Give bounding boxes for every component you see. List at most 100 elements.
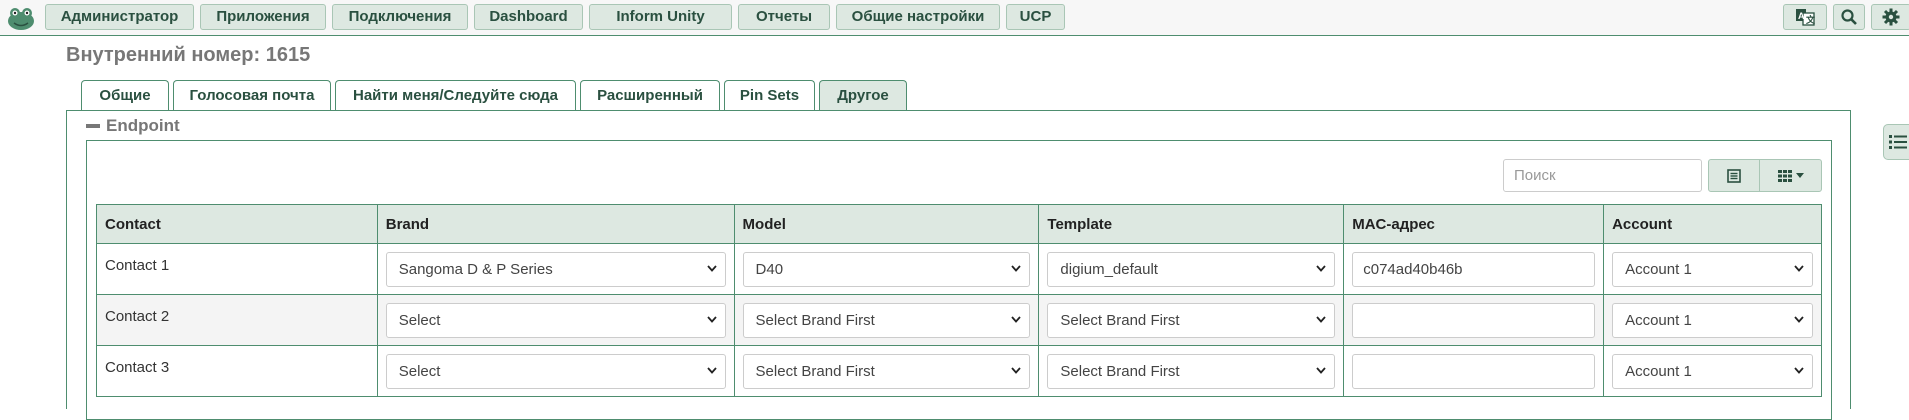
template-select-value: digium_default xyxy=(1060,260,1158,278)
tab-divider xyxy=(66,110,1851,111)
brand-cell: Sangoma D & P Series xyxy=(376,243,735,295)
menu-dashboard-button[interactable]: Dashboard xyxy=(474,4,583,30)
menu-admin-button[interactable]: Администратор xyxy=(45,4,194,30)
menu-connectivity-button[interactable]: Подключения xyxy=(332,4,468,30)
toggle-list-view-button[interactable] xyxy=(1708,159,1760,192)
template-select[interactable]: digium_default xyxy=(1047,251,1336,287)
mac-cell xyxy=(1343,294,1605,346)
model-select-value: Select Brand First xyxy=(755,311,875,329)
chevron-down-icon xyxy=(1316,264,1326,272)
menu-ucp-button[interactable]: UCP xyxy=(1006,4,1065,30)
column-header-template[interactable]: Template xyxy=(1038,204,1345,244)
contact-cell: Contact 2 xyxy=(96,294,378,346)
tab-voicemail[interactable]: Голосовая почта xyxy=(173,80,331,110)
tab-pin-sets[interactable]: Pin Sets xyxy=(724,80,815,110)
account-select[interactable]: Account 1 xyxy=(1612,302,1813,338)
brand-select-value: Sangoma D & P Series xyxy=(398,260,553,278)
chevron-down-icon xyxy=(706,366,717,374)
frog-logo-icon[interactable] xyxy=(6,3,36,33)
template-cell: Select Brand First xyxy=(1038,294,1345,346)
tab-general[interactable]: Общие xyxy=(81,80,169,110)
language-button[interactable]: A 文 xyxy=(1783,4,1827,30)
menu-applications-button[interactable]: Приложения xyxy=(200,4,326,30)
page-title: Внутренний номер: 1615 xyxy=(66,44,311,66)
chevron-down-icon xyxy=(1011,366,1022,374)
columns-dropdown-button[interactable] xyxy=(1759,159,1822,192)
side-panel-toggle[interactable] xyxy=(1883,124,1909,160)
account-select[interactable]: Account 1 xyxy=(1612,251,1813,287)
model-select[interactable]: Select Brand First xyxy=(742,353,1031,389)
menu-settings-button[interactable]: Общие настройки xyxy=(836,4,1000,30)
chevron-down-icon xyxy=(1794,366,1804,374)
mac-cell: c074ad40b46b xyxy=(1343,243,1605,295)
chevron-down-icon xyxy=(1794,315,1804,323)
template-select-value: Select Brand First xyxy=(1060,311,1180,329)
menu-reports-button[interactable]: Отчеты xyxy=(738,4,830,30)
mac-address-input[interactable] xyxy=(1352,302,1596,338)
column-header-brand[interactable]: Brand xyxy=(376,204,735,244)
chevron-down-icon xyxy=(706,264,717,272)
mac-address-input[interactable] xyxy=(1352,353,1596,389)
brand-select[interactable]: Select xyxy=(385,353,726,389)
svg-text:A: A xyxy=(1798,11,1805,21)
chevron-down-icon xyxy=(1316,315,1326,323)
column-header-mac[interactable]: MAC-адрес xyxy=(1343,204,1605,244)
brand-select[interactable]: Sangoma D & P Series xyxy=(385,251,726,287)
grid-columns-icon xyxy=(1777,169,1792,182)
template-cell: Select Brand First xyxy=(1038,345,1345,397)
template-select[interactable]: Select Brand First xyxy=(1047,353,1336,389)
list-icon xyxy=(1889,135,1907,149)
account-cell: Account 1 xyxy=(1603,243,1822,295)
model-select[interactable]: D40 xyxy=(742,251,1031,287)
panel-border-left xyxy=(66,110,67,409)
menu-inform-unity-button[interactable]: Inform Unity xyxy=(589,4,732,30)
gear-icon xyxy=(1882,8,1900,26)
table-row: Contact 1 Sangoma D & P Series D40 digiu… xyxy=(96,243,1822,295)
contact-cell: Contact 1 xyxy=(96,243,378,295)
account-select-value: Account 1 xyxy=(1625,311,1692,329)
search-icon xyxy=(1841,9,1857,25)
brand-cell: Select xyxy=(376,294,735,346)
brand-select-value: Select xyxy=(398,362,441,380)
chevron-down-icon xyxy=(1011,315,1022,323)
chevron-down-icon xyxy=(1316,366,1326,374)
settings-button[interactable] xyxy=(1871,4,1909,30)
tab-find-me-follow-me[interactable]: Найти меня/Следуйте сюда xyxy=(335,80,576,110)
model-select-value: Select Brand First xyxy=(755,362,875,380)
table-row: Contact 3 Select Select Brand First Sele… xyxy=(96,345,1822,397)
search-input[interactable] xyxy=(1503,159,1702,192)
caret-down-icon xyxy=(1795,173,1804,178)
table-header-row: Contact Brand Model Template MAC-адрес A… xyxy=(96,204,1822,244)
section-title: Endpoint xyxy=(106,116,180,135)
translate-icon: A 文 xyxy=(1796,9,1815,26)
brand-select-value: Select xyxy=(398,311,441,329)
mac-cell xyxy=(1343,345,1605,397)
template-select[interactable]: Select Brand First xyxy=(1047,302,1336,338)
chevron-down-icon xyxy=(1794,264,1804,272)
column-header-contact[interactable]: Contact xyxy=(96,204,378,244)
brand-select[interactable]: Select xyxy=(385,302,726,338)
search-button[interactable] xyxy=(1833,4,1865,30)
top-navigation: Администратор Приложения Подключения Das… xyxy=(0,0,1909,36)
panel-border-right xyxy=(1850,110,1851,409)
tab-other[interactable]: Другое xyxy=(819,80,907,111)
column-header-account[interactable]: Account xyxy=(1603,204,1822,244)
account-select-value: Account 1 xyxy=(1625,362,1692,380)
model-cell: Select Brand First xyxy=(733,345,1040,397)
column-header-model[interactable]: Model xyxy=(733,204,1040,244)
table-row: Contact 2 Select Select Brand First Sele… xyxy=(96,294,1822,346)
account-cell: Account 1 xyxy=(1603,345,1822,397)
main-menu: Администратор Приложения Подключения Das… xyxy=(45,4,1065,30)
endpoint-section-toggle[interactable]: Endpoint xyxy=(86,116,180,136)
extension-tabs: Общие Голосовая почта Найти меня/Следуйт… xyxy=(81,80,907,111)
brand-cell: Select xyxy=(376,345,735,397)
mac-address-input[interactable]: c074ad40b46b xyxy=(1352,251,1596,287)
model-cell: D40 xyxy=(733,243,1040,295)
chevron-down-icon xyxy=(1011,264,1022,272)
svg-text:文: 文 xyxy=(1805,14,1815,25)
tab-advanced[interactable]: Расширенный xyxy=(580,80,720,110)
endpoint-table: Contact Brand Model Template MAC-адрес A… xyxy=(96,204,1822,397)
template-select-value: Select Brand First xyxy=(1060,362,1180,380)
account-select[interactable]: Account 1 xyxy=(1612,353,1813,389)
model-select[interactable]: Select Brand First xyxy=(742,302,1031,338)
